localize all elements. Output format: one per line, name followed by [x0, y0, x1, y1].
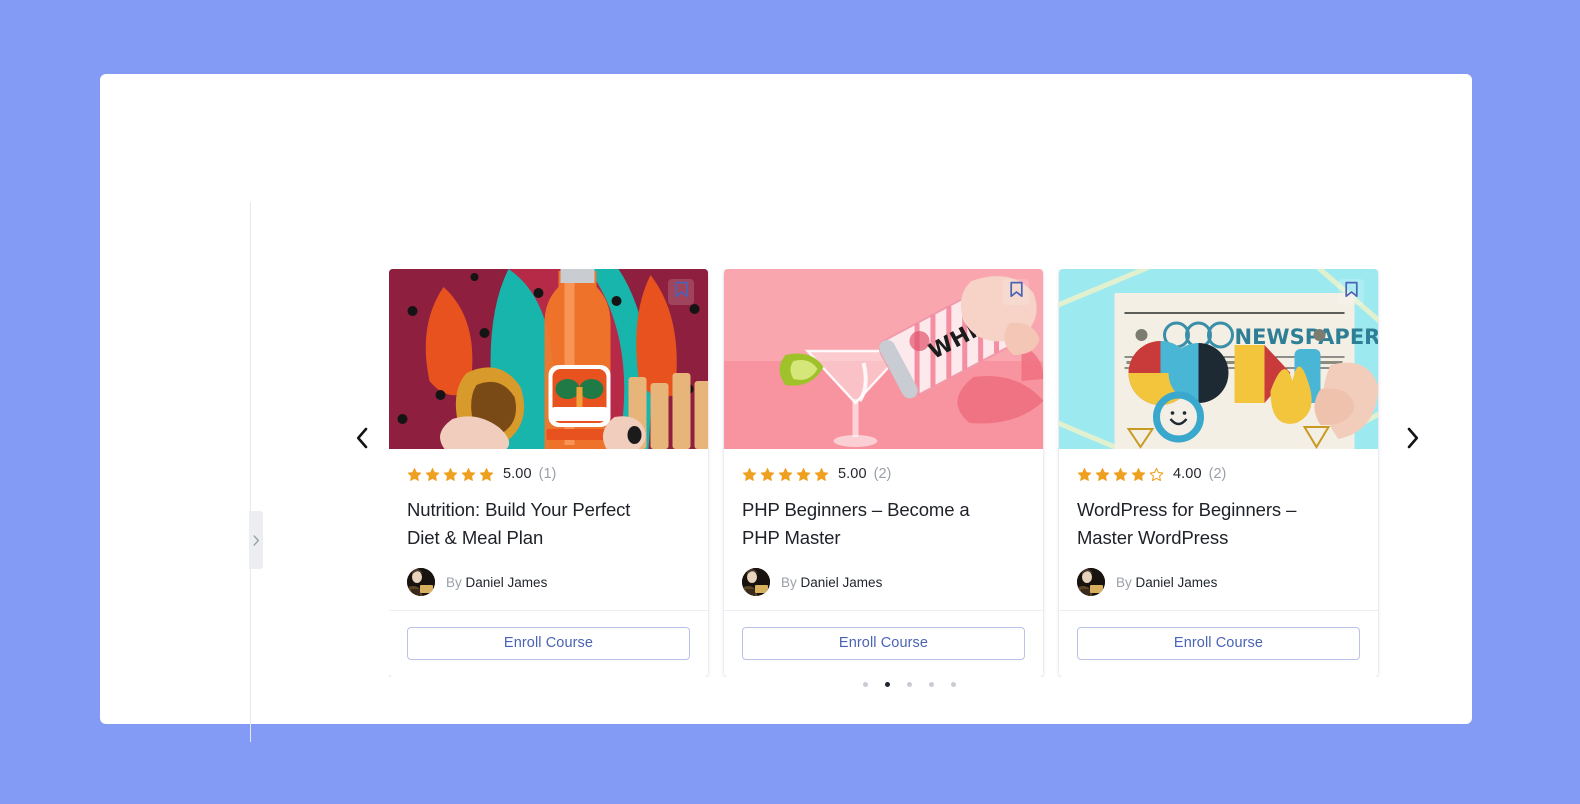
avatar — [742, 568, 770, 596]
bookmark-icon — [1009, 281, 1024, 303]
pink-cocktail-pour-photo — [724, 269, 1043, 449]
course-title[interactable]: Nutrition: Build Your Perfect Diet & Mea… — [407, 496, 657, 552]
course-carousel: 5.00 (1) Nutrition: Build Your Perfect Die… — [340, 254, 1440, 694]
rating-count: (1) — [538, 466, 557, 482]
enroll-course-button[interactable]: Enroll Course — [1077, 627, 1360, 660]
sidebar-expand-tab[interactable] — [249, 511, 263, 569]
carousel-prev-button[interactable] — [344, 420, 380, 460]
bookmark-button[interactable] — [1003, 279, 1029, 305]
course-rating: 4.00 (2) — [1077, 465, 1360, 483]
rating-count: (2) — [1208, 466, 1227, 482]
author-name-text: By Daniel James — [1116, 575, 1217, 590]
author-prefix: By — [781, 574, 797, 590]
course-author: By Daniel James — [1077, 568, 1360, 596]
enroll-course-button[interactable]: Enroll Course — [742, 627, 1025, 660]
course-card[interactable]: 4.00 (2) WordPress for Beginners – Master … — [1059, 269, 1378, 677]
author-name: Daniel James — [800, 574, 883, 590]
course-rating: 5.00 (1) — [407, 465, 690, 483]
course-card-body: 4.00 (2) WordPress for Beginners – Master … — [1059, 449, 1378, 610]
star-rating-icons — [407, 467, 494, 482]
left-rail-divider — [250, 202, 251, 742]
avatar — [407, 568, 435, 596]
carousel-dot[interactable] — [862, 682, 868, 687]
avatar — [1077, 568, 1105, 596]
taco-and-jarritos-soda-photo — [389, 269, 708, 449]
course-card-footer: Enroll Course — [724, 610, 1043, 677]
page-sheet: 5.00 (1) Nutrition: Build Your Perfect Die… — [100, 74, 1472, 742]
course-card[interactable]: 5.00 (2) PHP Beginners – Become a PHP Mast… — [724, 269, 1043, 677]
author-prefix: By — [446, 574, 462, 590]
course-card-body: 5.00 (1) Nutrition: Build Your Perfect Die… — [389, 449, 708, 610]
rating-count: (2) — [873, 466, 892, 482]
author-name-text: By Daniel James — [781, 575, 882, 590]
author-prefix: By — [1116, 574, 1132, 590]
course-title[interactable]: WordPress for Beginners – Master WordPre… — [1077, 496, 1327, 552]
course-title[interactable]: PHP Beginners – Become a PHP Master — [742, 496, 992, 552]
carousel-track: 5.00 (1) Nutrition: Build Your Perfect Die… — [389, 269, 1429, 677]
author-name: Daniel James — [465, 574, 548, 590]
bookmark-icon — [674, 281, 689, 303]
course-card-footer: Enroll Course — [389, 610, 708, 677]
course-author: By Daniel James — [742, 568, 1025, 596]
course-card-footer: Enroll Course — [1059, 610, 1378, 677]
course-thumbnail — [724, 269, 1043, 449]
chevron-right-icon — [253, 534, 260, 546]
course-thumbnail — [389, 269, 708, 449]
bookmark-button[interactable] — [668, 279, 694, 305]
bookmark-button[interactable] — [1338, 279, 1364, 305]
rating-value: 5.00 — [838, 466, 867, 482]
course-card[interactable]: 5.00 (1) Nutrition: Build Your Perfect Die… — [389, 269, 708, 677]
carousel-dot-active[interactable] — [884, 682, 890, 687]
course-card-body: 5.00 (2) PHP Beginners – Become a PHP Mast… — [724, 449, 1043, 610]
carousel-viewport: 5.00 (1) Nutrition: Build Your Perfect Die… — [389, 269, 1429, 677]
rating-value: 4.00 — [1173, 466, 1202, 482]
carousel-dot[interactable] — [928, 682, 934, 687]
enroll-course-button[interactable]: Enroll Course — [407, 627, 690, 660]
carousel-dot[interactable] — [906, 682, 912, 687]
carousel-dot[interactable] — [950, 682, 956, 687]
course-rating: 5.00 (2) — [742, 465, 1025, 483]
bookmark-icon — [1344, 281, 1359, 303]
star-rating-icons — [742, 467, 829, 482]
star-rating-icons — [1077, 467, 1164, 482]
author-name: Daniel James — [1135, 574, 1218, 590]
course-thumbnail — [1059, 269, 1378, 449]
rating-value: 5.00 — [503, 466, 532, 482]
good-newspaper-photo — [1059, 269, 1378, 449]
carousel-pagination[interactable] — [389, 682, 1429, 687]
author-name-text: By Daniel James — [446, 575, 547, 590]
course-author: By Daniel James — [407, 568, 690, 596]
chevron-left-icon — [355, 427, 369, 454]
